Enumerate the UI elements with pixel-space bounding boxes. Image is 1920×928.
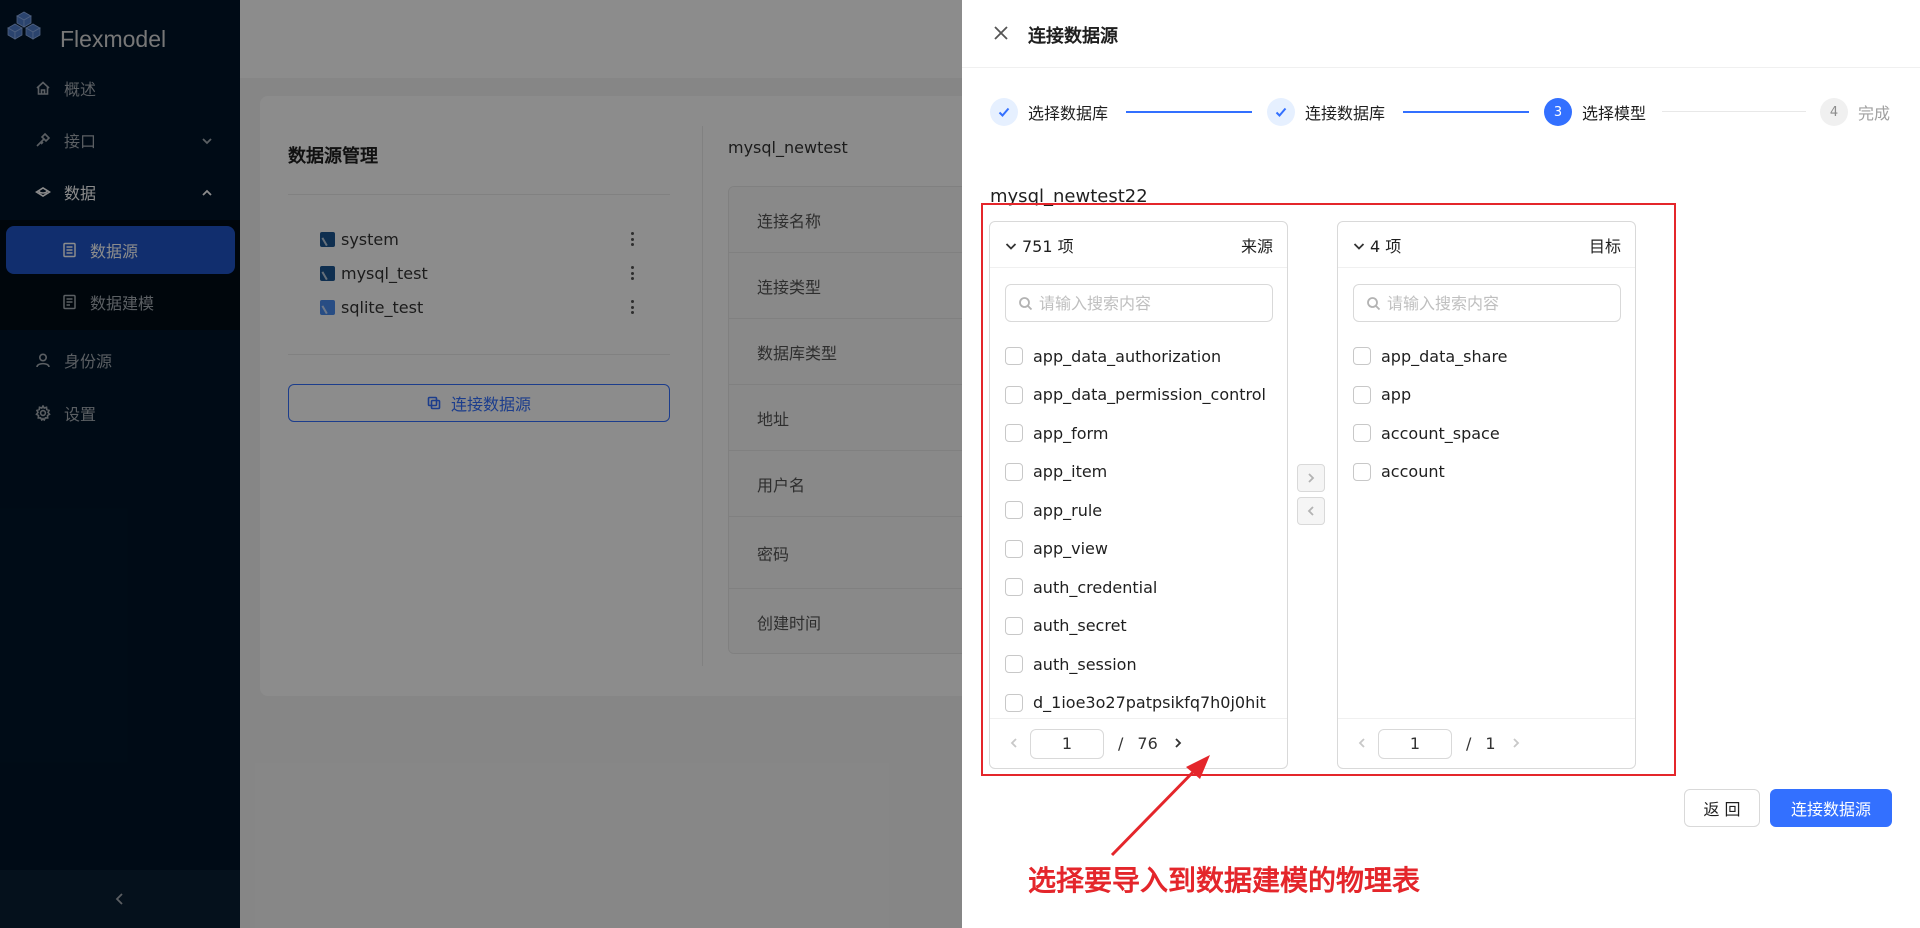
back-button[interactable]: 返 回 <box>1684 789 1760 827</box>
step-label: 选择模型 <box>1582 104 1647 123</box>
drawer-header: 连接数据源 <box>962 0 1920 68</box>
step-number: 4 <box>1820 98 1848 126</box>
check-icon <box>990 98 1018 126</box>
annotation-arrow-icon <box>1110 755 1210 857</box>
step-finish: 4 完成 <box>1820 97 1890 127</box>
annotation-highlight-box <box>981 203 1676 776</box>
connect-datasource-submit-button[interactable]: 连接数据源 <box>1770 789 1892 827</box>
step-select-database: 选择数据库 <box>990 97 1108 127</box>
step-label: 完成 <box>1858 104 1891 123</box>
step-select-model: 3 选择模型 <box>1544 97 1646 127</box>
step-number: 3 <box>1544 98 1572 126</box>
step-connector <box>1126 111 1252 113</box>
step-connector <box>1403 111 1529 113</box>
step-connector <box>1662 111 1806 112</box>
step-label: 选择数据库 <box>1028 104 1109 123</box>
step-label: 连接数据库 <box>1305 104 1386 123</box>
drawer-title: 连接数据源 <box>1028 26 1118 47</box>
connect-datasource-drawer: 连接数据源 选择数据库 连接数据库 3 选择模型 4 完成 mysql_newt… <box>962 0 1920 928</box>
step-connect-database: 连接数据库 <box>1267 97 1385 127</box>
close-icon[interactable] <box>992 24 1010 42</box>
steps: 选择数据库 连接数据库 3 选择模型 4 完成 <box>990 97 1890 127</box>
modal-mask[interactable] <box>0 0 962 928</box>
check-icon <box>1267 98 1295 126</box>
annotation-text: 选择要导入到数据建模的物理表 <box>1028 864 1421 897</box>
